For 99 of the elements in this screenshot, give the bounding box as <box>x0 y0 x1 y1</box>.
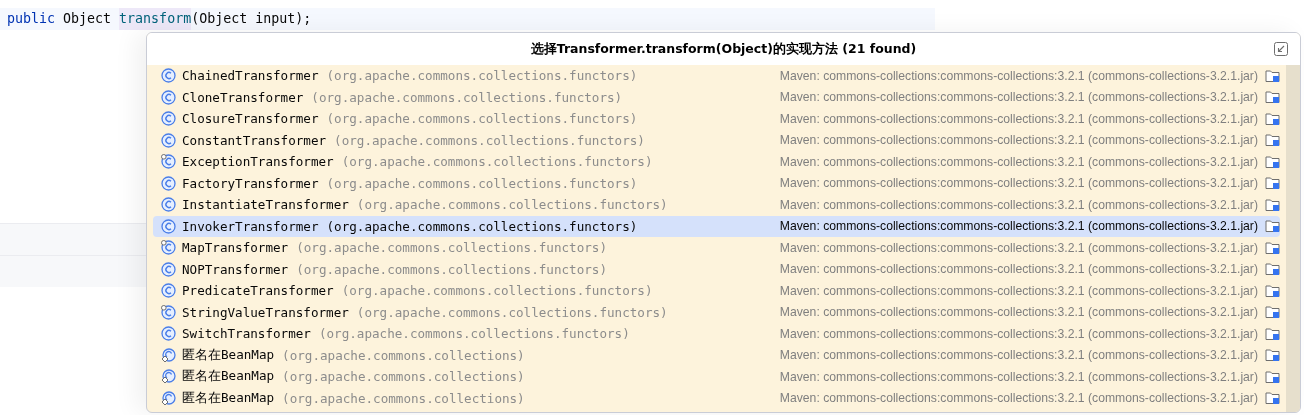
class-icon <box>161 175 176 191</box>
implementation-item[interactable]: MapTransformer (org.apache.commons.collections.functors) Maven: commons-collections:commons-collections:3.2.1 (commons-collections-3.2.1.jar) <box>153 237 1280 259</box>
popup-title: 选择Transformer.transform(Object)的实现方法 (21 found) <box>530 40 917 58</box>
implementation-item[interactable]: 匿名在BeanMap (org.apache.commons.collections) Maven: commons-collections:commons-collections:3.2.1 (commons-collections-3.2.1.jar) <box>153 366 1280 388</box>
implementation-item[interactable]: ClosureTransformer (org.apache.commons.collections.functors) Maven: commons-collections:commons-collections:3.2.1 (commons-collections-3.2.1.jar) <box>153 108 1280 130</box>
class-icon <box>161 261 176 277</box>
package-name: (org.apache.commons.collections.functors) <box>356 197 668 213</box>
library-location: Maven: commons-collections:commons-collections:3.2.1 (commons-collections-3.2.1.jar) <box>779 305 1258 320</box>
library-location: Maven: commons-collections:commons-collections:3.2.1 (commons-collections-3.2.1.jar) <box>779 262 1258 277</box>
class-name: InstantiateTransformer <box>182 197 349 213</box>
library-folder-icon <box>1265 348 1280 363</box>
library-folder-icon <box>1265 240 1280 255</box>
package-name: (org.apache.commons.collections.functors) <box>334 132 645 148</box>
implementation-item[interactable]: PredicateTransformer (org.apache.commons.collections.functors) Maven: commons-collections:commons-collections:3.2.1 (commons-collections-3.2.1.jar) <box>153 280 1280 302</box>
library-folder-icon <box>1265 68 1280 83</box>
implementation-item[interactable]: NOPTransformer (org.apache.commons.collections.functors) Maven: commons-collections:commons-collections:3.2.1 (commons-collections-3.2.1.jar) <box>153 258 1280 280</box>
package-name: (org.apache.commons.collections.functors) <box>326 175 638 191</box>
package-name: (org.apache.commons.collections.functors) <box>318 326 630 342</box>
library-folder-icon <box>1265 369 1280 384</box>
package-name: (org.apache.commons.collections.functors) <box>341 283 653 299</box>
library-folder-icon <box>1265 305 1280 320</box>
library-folder-icon <box>1265 326 1280 341</box>
class-name: 匿名在BeanMap <box>182 368 275 386</box>
anonymous-class-icon <box>161 390 176 406</box>
class-name: ExceptionTransformer <box>182 154 334 170</box>
class-icon <box>161 154 176 170</box>
library-location: Maven: commons-collections:commons-collections:3.2.1 (commons-collections-3.2.1.jar) <box>779 90 1258 105</box>
implementation-item[interactable]: InstantiateTransformer (org.apache.commons.collections.functors) Maven: commons-collections:commons-collections:3.2.1 (commons-collections-3.2.1.jar) <box>153 194 1280 216</box>
class-icon <box>161 218 176 234</box>
package-name: (org.apache.commons.collections.functors) <box>311 89 623 105</box>
anonymous-class-icon <box>161 369 176 385</box>
class-name: NOPTransformer <box>182 261 289 277</box>
package-name: (org.apache.commons.collections) <box>282 390 525 406</box>
class-icon <box>161 283 176 299</box>
library-location: Maven: commons-collections:commons-collections:3.2.1 (commons-collections-3.2.1.jar) <box>779 391 1258 406</box>
implementation-item[interactable]: StringValueTransformer (org.apache.commons.collections.functors) Maven: commons-collections:commons-collections:3.2.1 (commons-collections-3.2.1.jar) <box>153 301 1280 323</box>
class-icon <box>161 89 176 105</box>
library-folder-icon <box>1265 219 1280 234</box>
implementation-item[interactable]: FactoryTransformer (org.apache.commons.collections.functors) Maven: commons-collections:commons-collections:3.2.1 (commons-collections-3.2.1.jar) <box>153 172 1280 194</box>
library-folder-icon <box>1265 154 1280 169</box>
class-icon <box>161 68 176 84</box>
library-location: Maven: commons-collections:commons-collections:3.2.1 (commons-collections-3.2.1.jar) <box>779 240 1258 255</box>
library-location: Maven: commons-collections:commons-collections:3.2.1 (commons-collections-3.2.1.jar) <box>779 348 1258 363</box>
implementation-item[interactable]: InvokerTransformer (org.apache.commons.collections.functors) Maven: commons-collections:commons-collections:3.2.1 (commons-collections-3.2.1.jar) <box>153 215 1280 237</box>
library-folder-icon <box>1265 90 1280 105</box>
package-name: (org.apache.commons.collections.functors) <box>296 261 608 277</box>
class-name: 匿名在BeanMap <box>182 346 275 364</box>
package-name: (org.apache.commons.collections.functors) <box>326 68 638 84</box>
class-name: ConstantTransformer <box>182 132 327 148</box>
package-name: (org.apache.commons.collections.functors) <box>356 304 668 320</box>
implementation-item[interactable]: ChainedTransformer (org.apache.commons.collections.functors) Maven: commons-collections:commons-collections:3.2.1 (commons-collections-3.2.1.jar) <box>153 65 1280 87</box>
package-name: (org.apache.commons.collections.functors) <box>341 154 653 170</box>
class-name: CloneTransformer <box>182 89 304 105</box>
library-folder-icon <box>1265 262 1280 277</box>
library-folder-icon <box>1265 391 1280 406</box>
library-location: Maven: commons-collections:commons-collections:3.2.1 (commons-collections-3.2.1.jar) <box>779 369 1258 384</box>
class-icon <box>161 132 176 148</box>
library-folder-icon <box>1265 111 1280 126</box>
package-name: (org.apache.commons.collections.functors) <box>326 111 638 127</box>
library-folder-icon <box>1265 197 1280 212</box>
class-name: StringValueTransformer <box>182 304 349 320</box>
class-name: FactoryTransformer <box>182 175 319 191</box>
class-name: ClosureTransformer <box>182 111 319 127</box>
package-name: (org.apache.commons.collections) <box>282 347 525 363</box>
class-name: ChainedTransformer <box>182 68 319 84</box>
package-name: (org.apache.commons.collections.functors) <box>326 218 638 234</box>
implementation-item[interactable]: CloneTransformer (org.apache.commons.collections.functors) Maven: commons-collections:commons-collections:3.2.1 (commons-collections-3.2.1.jar) <box>153 86 1280 108</box>
class-name: 匿名在BeanMap <box>182 389 275 407</box>
library-location: Maven: commons-collections:commons-collections:3.2.1 (commons-collections-3.2.1.jar) <box>779 326 1258 341</box>
library-location: Maven: commons-collections:commons-collections:3.2.1 (commons-collections-3.2.1.jar) <box>779 176 1258 191</box>
implementation-item[interactable]: ExceptionTransformer (org.apache.commons.collections.functors) Maven: commons-collections:commons-collections:3.2.1 (commons-collections-3.2.1.jar) <box>153 151 1280 173</box>
class-name: MapTransformer <box>182 240 289 256</box>
library-location: Maven: commons-collections:commons-collections:3.2.1 (commons-collections-3.2.1.jar) <box>779 68 1258 83</box>
library-folder-icon <box>1265 176 1280 191</box>
library-location: Maven: commons-collections:commons-collections:3.2.1 (commons-collections-3.2.1.jar) <box>779 133 1258 148</box>
class-name: PredicateTransformer <box>182 283 334 299</box>
implementation-item[interactable]: 匿名在BeanMap (org.apache.commons.collections) Maven: commons-collections:commons-collections:3.2.1 (commons-collections-3.2.1.jar) <box>153 387 1280 409</box>
library-location: Maven: commons-collections:commons-collections:3.2.1 (commons-collections-3.2.1.jar) <box>779 111 1258 126</box>
class-icon <box>161 197 176 213</box>
class-name: InvokerTransformer <box>182 218 319 234</box>
class-name: SwitchTransformer <box>182 326 311 342</box>
package-name: (org.apache.commons.collections.functors) <box>296 240 608 256</box>
class-icon <box>161 326 176 342</box>
class-icon <box>161 304 176 320</box>
collapse-icon[interactable] <box>1274 42 1288 56</box>
class-icon <box>161 240 176 256</box>
library-location: Maven: commons-collections:commons-collections:3.2.1 (commons-collections-3.2.1.jar) <box>779 197 1258 212</box>
library-location: Maven: commons-collections:commons-collections:3.2.1 (commons-collections-3.2.1.jar) <box>779 154 1258 169</box>
package-name: (org.apache.commons.collections) <box>282 369 525 385</box>
implementation-item[interactable]: SwitchTransformer (org.apache.commons.collections.functors) Maven: commons-collections:commons-collections:3.2.1 (commons-collections-3.2.1.jar) <box>153 323 1280 345</box>
implementation-item[interactable]: ConstantTransformer (org.apache.commons.collections.functors) Maven: commons-collections:commons-collections:3.2.1 (commons-collections-3.2.1.jar) <box>153 129 1280 151</box>
library-location: Maven: commons-collections:commons-collections:3.2.1 (commons-collections-3.2.1.jar) <box>779 219 1258 234</box>
implementation-item[interactable]: 匿名在BeanMap (org.apache.commons.collections) Maven: commons-collections:commons-collections:3.2.1 (commons-collections-3.2.1.jar) <box>153 344 1280 366</box>
class-icon <box>161 111 176 127</box>
library-folder-icon <box>1265 133 1280 148</box>
library-location: Maven: commons-collections:commons-collections:3.2.1 (commons-collections-3.2.1.jar) <box>779 283 1258 298</box>
library-folder-icon <box>1265 283 1280 298</box>
anonymous-class-icon <box>161 347 176 363</box>
scrollbar[interactable] <box>1286 65 1300 412</box>
